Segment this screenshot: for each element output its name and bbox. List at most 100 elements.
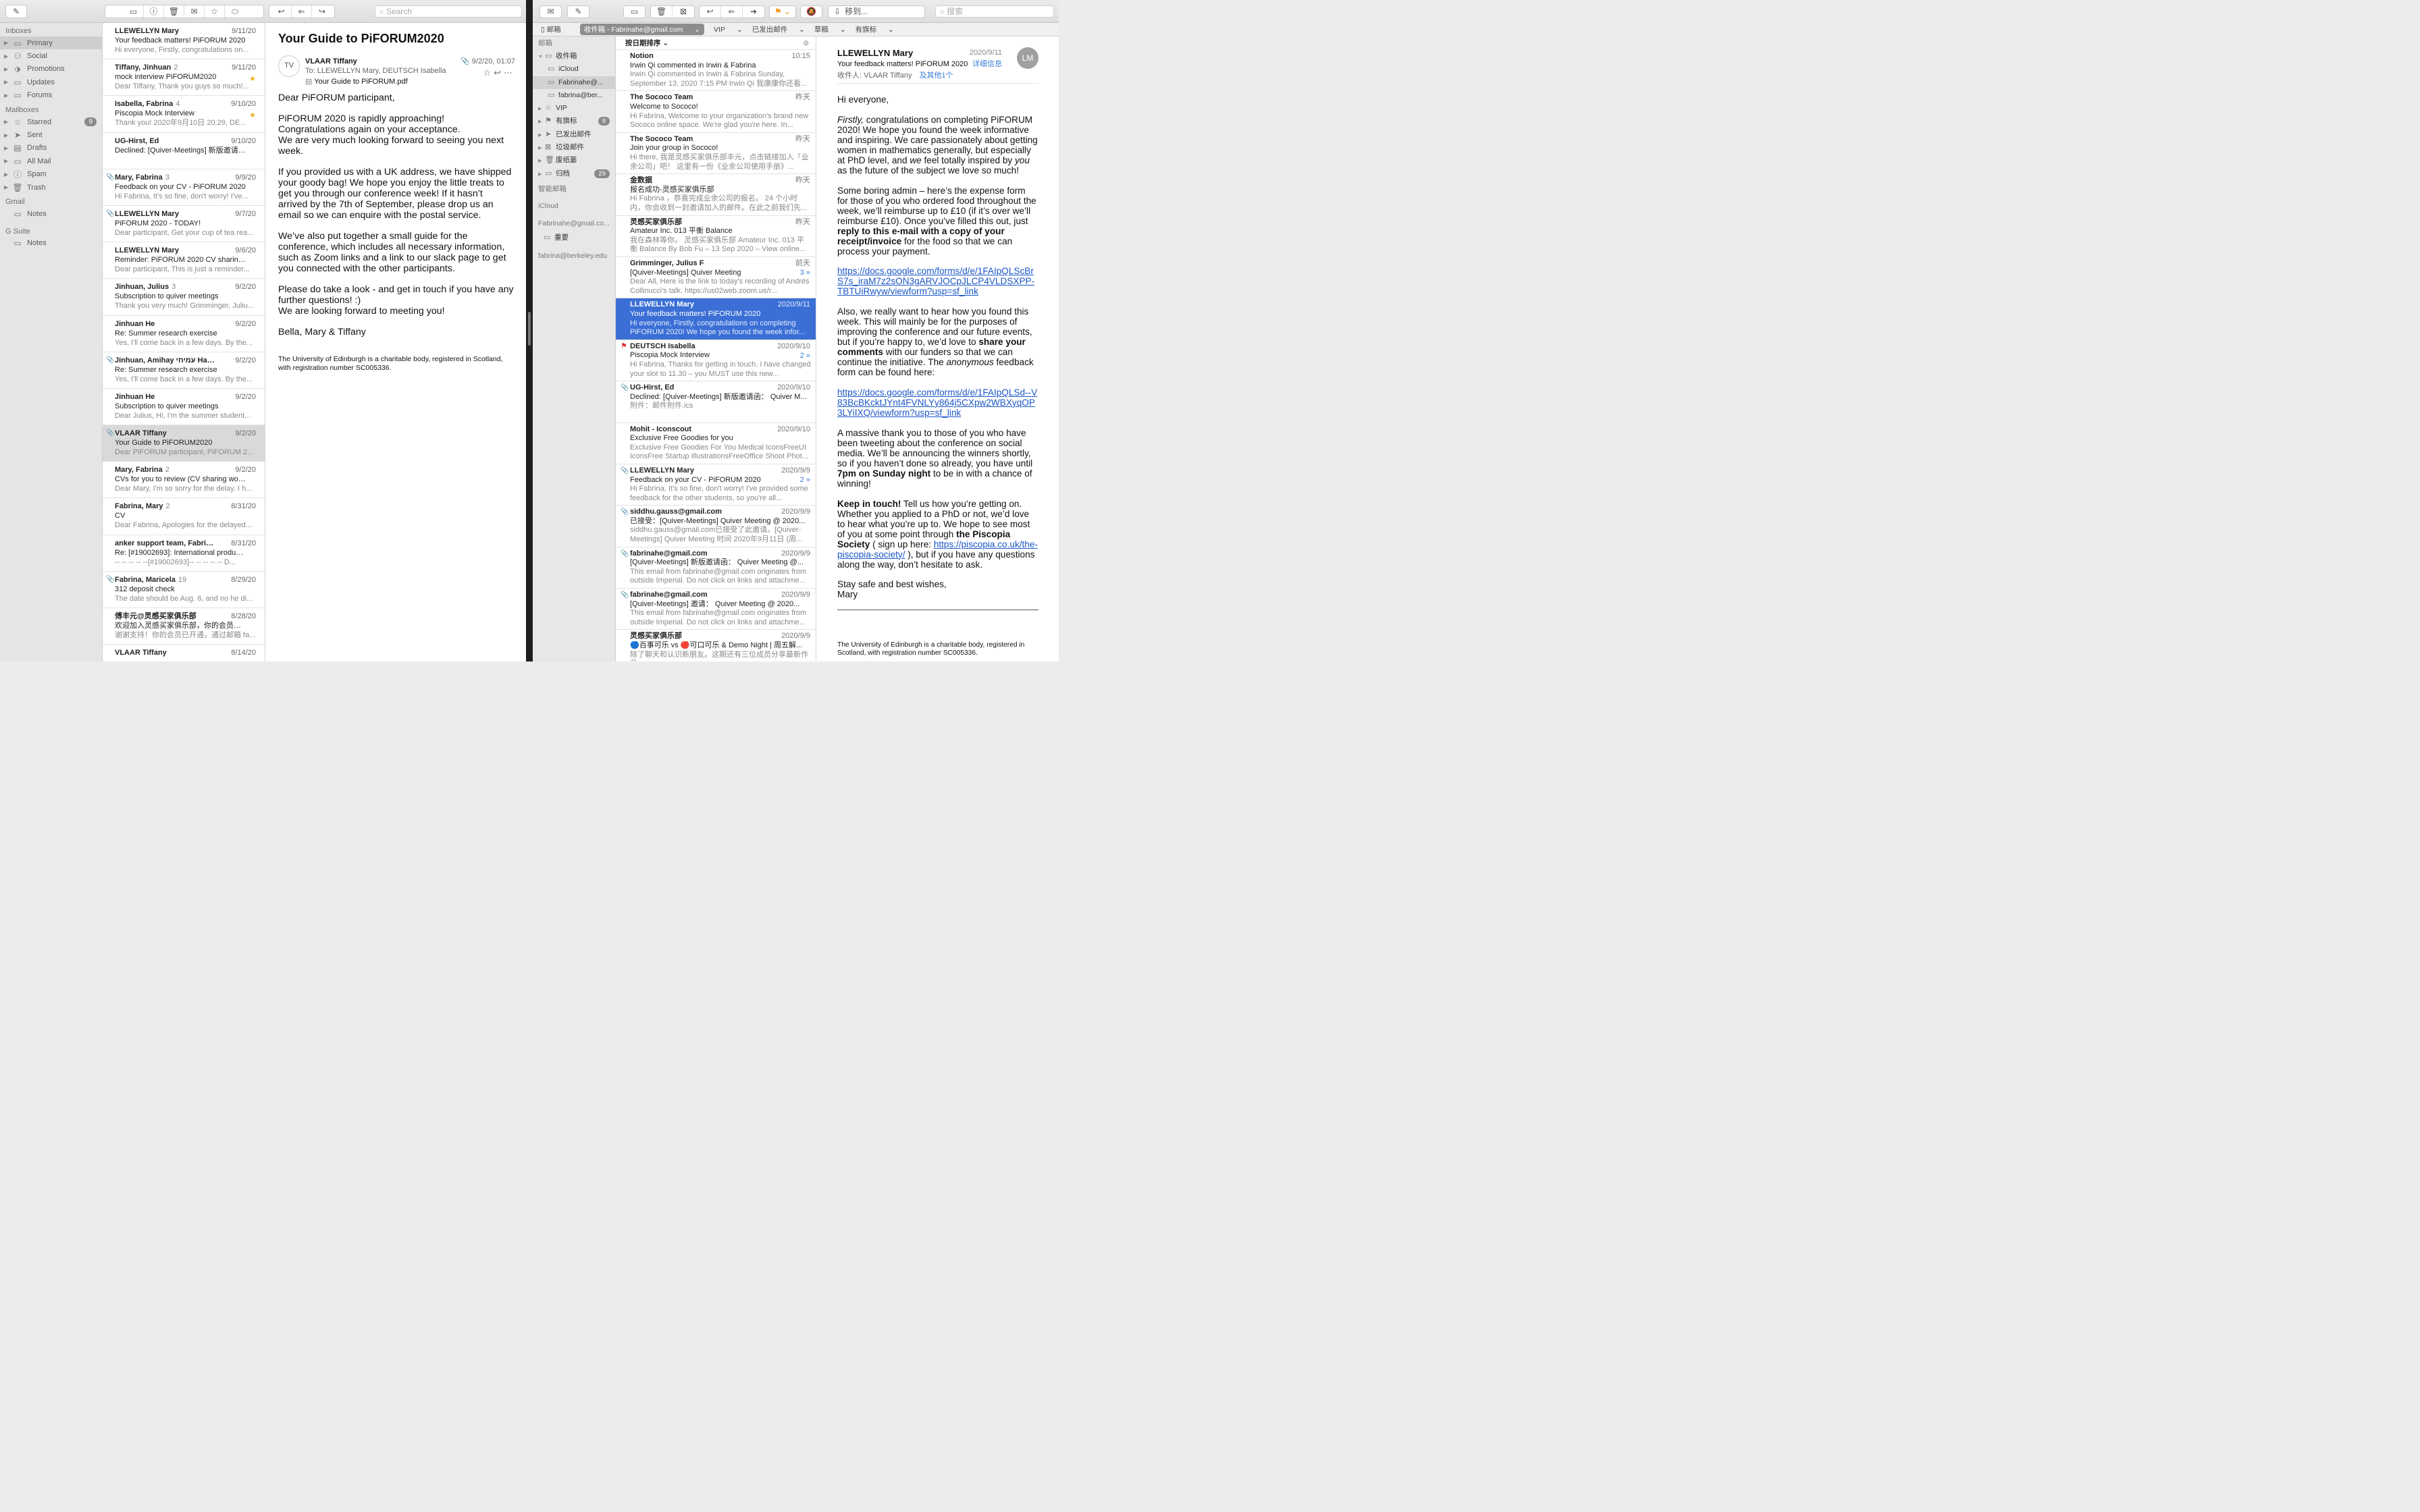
icloud-header[interactable]: iCloud bbox=[533, 198, 615, 215]
sidebar-item-forums[interactable]: ▶ ▭ Forums bbox=[0, 89, 102, 102]
disclosure-icon[interactable]: ▶ bbox=[4, 145, 11, 151]
recipients[interactable]: VLAAR Tiffany bbox=[864, 72, 912, 80]
message-row[interactable]: LLEWELLYN Mary 9/11/20 Your feedback matte… bbox=[103, 23, 265, 60]
thread-count[interactable]: 3 » bbox=[800, 269, 810, 278]
message-row[interactable]: Jinhuan He 9/2/20 Subscription to quiver m… bbox=[103, 389, 265, 426]
message-row[interactable]: 📎 fabrinahe@gmail.com 2020/9/9 [Quiver-Meet… bbox=[616, 547, 816, 589]
disclosure-icon[interactable]: ▶ bbox=[4, 184, 11, 190]
expense-form-link[interactable]: https://docs.google.com/forms/d/e/1FAIpQ… bbox=[837, 266, 1034, 296]
message-row[interactable]: Notion 10:15 Irwin Qi commented in Irwin &… bbox=[616, 50, 816, 92]
gmail-account-header[interactable]: Fabrinahe@gmail.co... bbox=[533, 216, 615, 232]
sidebar-item-starred[interactable]: ▶ ☆ Starred 9 bbox=[0, 115, 102, 128]
mute-button[interactable]: 🔕 bbox=[800, 5, 822, 18]
message-row[interactable]: The Sococo Team 昨天 Welcome to Sococo! Hi Fa… bbox=[616, 91, 816, 133]
disclosure-icon[interactable]: ▶ bbox=[4, 132, 11, 138]
message-row[interactable]: anker support team, Fabrina7 8/31/20Re: [… bbox=[103, 535, 265, 572]
trash-icon[interactable]: 🗑 bbox=[164, 5, 184, 18]
star-icon[interactable]: ★ bbox=[249, 111, 256, 120]
message-row[interactable]: 📎 fabrinahe@gmail.com 2020/9/9 [Quiver-Meet… bbox=[616, 589, 816, 630]
message-row[interactable]: Mohit - Iconscout 2020/9/10 Exclusive Free… bbox=[616, 423, 816, 464]
divider-handle[interactable] bbox=[528, 312, 531, 346]
sidebar-item-gsuite-notes[interactable]: ▭ Notes bbox=[0, 237, 102, 250]
message-row[interactable]: Fabrina, Mary 2 8/31/20 CV Dear Fabrina, Apo… bbox=[103, 498, 265, 535]
favorites-inbox[interactable]: 收件箱 - Fabrinahe@gmail.com ⌄ bbox=[579, 24, 705, 35]
details-link[interactable]: 详细信息 bbox=[972, 59, 1002, 70]
sidebar-item-trash-8[interactable]: ▶ 🗑 废纸篓 bbox=[533, 154, 615, 167]
junk-icon[interactable]: ⊠ bbox=[673, 6, 694, 18]
message-row[interactable]: Jinhuan, Julius 3 9/2/20 Subscription to qu… bbox=[103, 279, 265, 316]
message-row[interactable]: LLEWELLYN Mary 2020/9/11 Your feedback mat… bbox=[616, 298, 816, 340]
message-row[interactable]: LLEWELLYN Mary 9/6/20 Reminder: PiFORUM 20… bbox=[103, 242, 265, 279]
message-row[interactable]: 📎 Fabrina, Maricela 19 8/29/20 312 deposit c… bbox=[103, 572, 265, 608]
search-input[interactable]: ⌕ Search bbox=[375, 5, 522, 18]
message-row[interactable]: UG-Hirst, Ed 9/10/20 Declined: [Quiver-Mee… bbox=[103, 133, 265, 169]
more-recipients-link[interactable]: 及其他1个 bbox=[920, 72, 953, 80]
filter-icon[interactable]: ⊜ bbox=[803, 36, 809, 50]
message-row[interactable]: Mary, Fabrina 2 9/2/20 CVs for you to revie… bbox=[103, 462, 265, 499]
forward-icon[interactable]: ➜ bbox=[743, 6, 764, 18]
disclosure-icon[interactable]: ▶ bbox=[538, 115, 545, 128]
thread-count[interactable]: 2 » bbox=[800, 476, 810, 485]
star-icon[interactable]: ★ bbox=[249, 74, 256, 84]
message-row[interactable]: 灵感买家俱乐部 2020/9/9 🔵百事可乐 vs 🔴可口可乐 & Demo Nig… bbox=[616, 630, 816, 662]
message-row[interactable]: 📎 VLAAR Tiffany 9/2/20 Your Guide to PiFORU… bbox=[103, 425, 265, 462]
sidebar-item-trash[interactable]: ▶ 🗑 Trash bbox=[0, 181, 102, 194]
sidebar-item-updates[interactable]: ▶ ▭ Updates bbox=[0, 76, 102, 88]
message-row[interactable]: The Sococo Team 昨天 Join your group in Soco… bbox=[616, 133, 816, 175]
forward-icon[interactable]: ↪ bbox=[312, 5, 332, 18]
sidebar-item-send-6[interactable]: ▶ ➤ 已发出邮件 bbox=[533, 128, 615, 141]
sidebar-item-inbox-0[interactable]: ▼ ▭ 收件箱 bbox=[533, 50, 615, 63]
message-row[interactable]: 📎Jinhuan, Amihay עמיחי Han...15 9/2/20 Re:… bbox=[103, 352, 265, 389]
sidebar-item-all-mail[interactable]: ▶ ▭ All Mail bbox=[0, 155, 102, 167]
compose-button[interactable]: ✎ bbox=[5, 5, 27, 18]
berkeley-account-header[interactable]: fabrina@berkeley.edu bbox=[533, 249, 615, 263]
sidebar-item-junk-7[interactable]: ▶ ⊠ 垃圾邮件 bbox=[533, 141, 615, 154]
archive-icon[interactable]: ▭ bbox=[124, 5, 144, 18]
favorites-vip[interactable]: VIP ⌄ bbox=[714, 26, 743, 34]
reply-icon[interactable]: ↩ bbox=[494, 68, 504, 78]
sidebar-item-important[interactable]: ▭ 重要 bbox=[533, 232, 615, 244]
sidebar-item-social[interactable]: ▶ ⚇ Social bbox=[0, 49, 102, 62]
archive-button[interactable]: ▭ bbox=[623, 5, 646, 18]
reply-all-icon[interactable]: ⇐ bbox=[721, 6, 743, 18]
sidebar-item-spam[interactable]: ▶ ⓘ Spam bbox=[0, 168, 102, 181]
message-row[interactable]: 傅丰元@灵感买家俱乐部 8/28/20 欢迎加入灵感买家俱乐部，你的会员已开通 谢谢支… bbox=[103, 608, 265, 645]
reply-all-icon[interactable]: ⇐ bbox=[292, 5, 312, 18]
disclosure-icon[interactable]: ▶ bbox=[538, 103, 545, 115]
message-row[interactable]: 📎 LLEWELLYN Mary 2020/9/9 Feedback on your … bbox=[616, 464, 816, 506]
sidebar-item-inbox-3[interactable]: ▭ fabrina@ber... bbox=[533, 89, 615, 102]
attachment-name[interactable]: Your Guide to PiFORUM.pdf bbox=[314, 78, 407, 86]
message-row[interactable]: 灵感买家俱乐部 昨天 Amateur Inc. 013 平衡 Balance 我在森林… bbox=[616, 216, 816, 257]
favorites-drafts[interactable]: 草稿 ⌄ bbox=[814, 24, 846, 34]
recipients[interactable]: LLEWELLYN Mary, DEUTSCH Isabella bbox=[317, 67, 446, 75]
sidebar-item-promotions[interactable]: ▶ ⬗ Promotions bbox=[0, 63, 102, 76]
split-view-divider[interactable] bbox=[526, 0, 533, 662]
message-row[interactable]: Isabella, Fabrina 4 9/10/20 Piscopia Mock I… bbox=[103, 96, 265, 133]
disclosure-icon[interactable]: ▶ bbox=[4, 119, 11, 125]
smart-mailboxes-header[interactable]: 智能邮箱 bbox=[533, 182, 615, 198]
disclosure-icon[interactable]: ▶ bbox=[538, 129, 545, 141]
sidebar-item-primary[interactable]: ▶ ▭ Primary bbox=[0, 36, 102, 50]
reply-icon[interactable]: ↩ bbox=[271, 5, 292, 18]
favorites-flagged[interactable]: 有旗标 ⌄ bbox=[856, 24, 894, 34]
disclosure-icon[interactable]: ▶ bbox=[4, 79, 11, 85]
get-mail-button[interactable]: ✉ bbox=[540, 5, 562, 18]
move-icon[interactable]: ✉ bbox=[184, 5, 205, 18]
message-row[interactable]: 📎 Mary, Fabrina 3 9/9/20 Feedback on your CV… bbox=[103, 169, 265, 206]
sidebar-item-drafts[interactable]: ▶ ▤ Drafts bbox=[0, 142, 102, 155]
left-message-list[interactable]: LLEWELLYN Mary 9/11/20 Your feedback matte… bbox=[103, 23, 265, 662]
favorites-sent[interactable]: 已发出邮件 ⌄ bbox=[752, 24, 805, 34]
sidebar-item-archive-9[interactable]: ▶ ▭ 归档 29 bbox=[533, 167, 615, 180]
reply-icon[interactable]: ↩ bbox=[700, 6, 721, 18]
message-row[interactable]: 📎 siddhu.gauss@gmail.com 2020/9/9 已接受：[Quiv… bbox=[616, 506, 816, 547]
more-icon[interactable]: ⋯ bbox=[504, 68, 515, 78]
favorites-mailbox[interactable]: ▯ 邮箱 bbox=[541, 24, 571, 34]
compose-button[interactable]: ✎ bbox=[567, 5, 589, 18]
message-row[interactable]: Jinhuan He 9/2/20 Re: Summer research exer… bbox=[103, 316, 265, 352]
search-input[interactable]: ⌕ 搜索 bbox=[935, 5, 1054, 18]
message-row[interactable]: VLAAR Tiffany 8/14/20 bbox=[103, 645, 265, 662]
disclosure-icon[interactable]: ▶ bbox=[4, 66, 11, 72]
star-icon[interactable]: ☆ bbox=[483, 68, 494, 78]
disclosure-icon[interactable]: ▶ bbox=[4, 171, 11, 178]
spam-icon[interactable]: ⓘ bbox=[144, 5, 164, 18]
